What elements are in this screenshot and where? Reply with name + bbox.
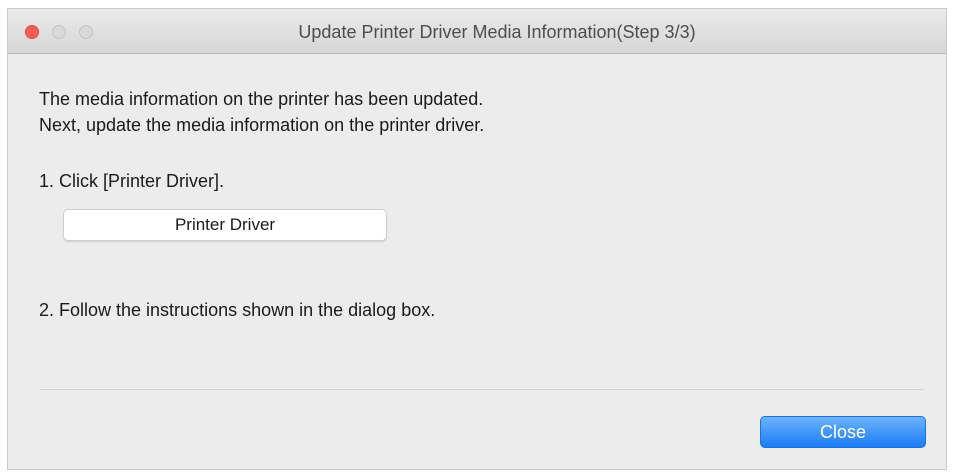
close-button[interactable]: Close [760, 416, 926, 448]
divider [40, 389, 924, 390]
dialog-content: The media information on the printer has… [8, 54, 946, 469]
title-bar: Update Printer Driver Media Information(… [8, 9, 946, 54]
dialog-window: Update Printer Driver Media Information(… [7, 8, 947, 470]
step-2-text: 2. Follow the instructions shown in the … [39, 300, 436, 320]
printer-driver-button[interactable]: Printer Driver [63, 209, 387, 241]
window-title: Update Printer Driver Media Information(… [298, 22, 696, 42]
step-1-text: 1. Click [Printer Driver]. [39, 171, 225, 191]
message-line-1: The media information on the printer has… [39, 89, 484, 109]
message-line-2: Next, update the media information on th… [39, 115, 485, 135]
